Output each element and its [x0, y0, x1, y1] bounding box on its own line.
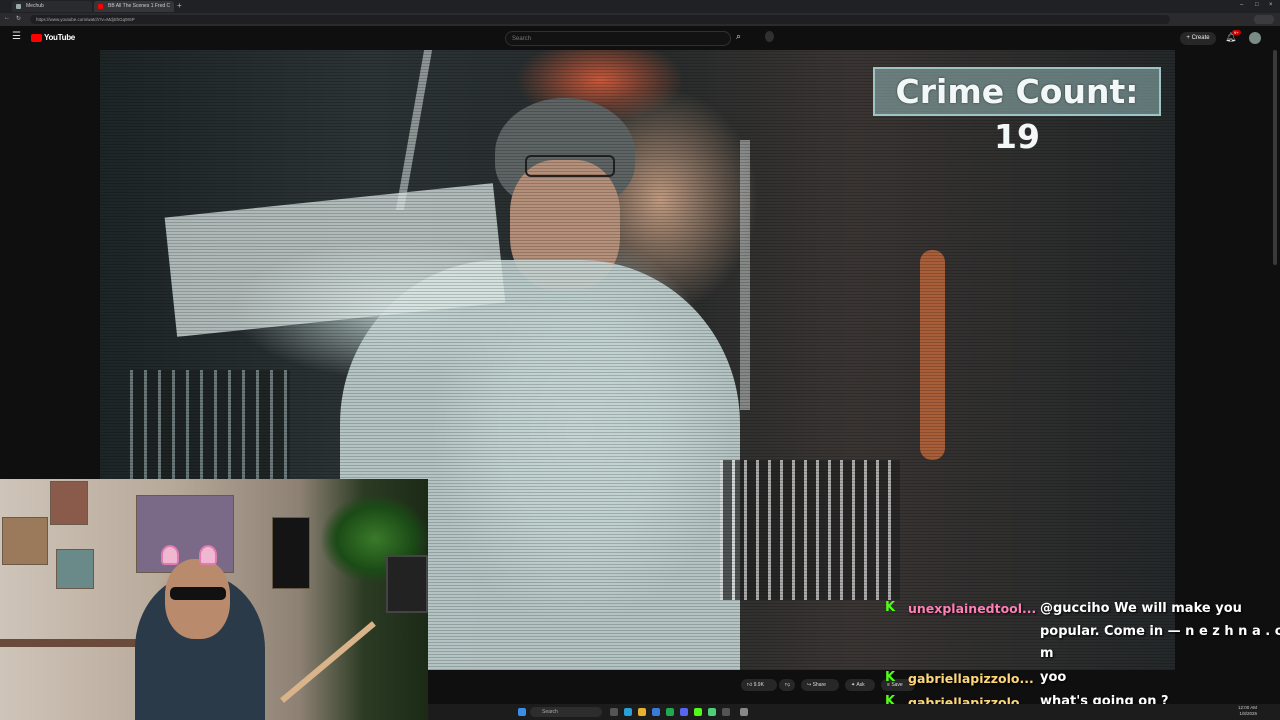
app-icon[interactable]	[666, 708, 674, 716]
app-icon[interactable]	[694, 708, 702, 716]
chat-message-line: @gucciho We will make you	[1040, 601, 1242, 616]
notification-count-badge: 9+	[1232, 30, 1241, 35]
url-field[interactable]: https://www.youtube.com/watch?v=MdjShGq9…	[30, 15, 1170, 24]
kick-platform-icon: K	[885, 600, 896, 615]
profile-button[interactable]	[1254, 15, 1274, 24]
youtube-favicon-icon	[98, 4, 103, 9]
streamer-webcam	[0, 479, 428, 720]
like-button[interactable]: 👍︎ 9.9K	[741, 679, 777, 691]
edge-icon[interactable]	[624, 708, 632, 716]
share-label: Share	[812, 682, 826, 688]
tab-label: Mechub	[26, 3, 44, 9]
search-input[interactable]: Search	[505, 31, 731, 46]
microphone-icon[interactable]	[765, 31, 774, 42]
crime-count-overlay: Crime Count: 19	[873, 67, 1161, 156]
create-button[interactable]: + Create	[1180, 32, 1216, 45]
new-tab-button[interactable]: +	[177, 1, 182, 10]
maximize-button[interactable]: □	[1255, 2, 1259, 8]
browser-tab-active[interactable]: BB All The Scenes 1 Fred C	[94, 1, 174, 12]
cat-ear-headphone-icon	[161, 545, 179, 565]
monitor	[386, 555, 428, 613]
create-label: Create	[1191, 35, 1210, 41]
browser-tab[interactable]: Mechub	[12, 1, 92, 12]
menu-icon[interactable]: ☰	[12, 31, 21, 42]
share-button[interactable]: ↪ Share	[801, 679, 839, 691]
dislike-button[interactable]: 👎︎	[779, 679, 795, 691]
cat-ear-headphone-icon	[199, 545, 217, 565]
browser-address-bar: ← ↻ https://www.youtube.com/watch?v=MdjS…	[0, 13, 1280, 26]
app-icon[interactable]	[708, 708, 716, 716]
chat-message-line: yoo	[1040, 670, 1067, 685]
thumbs-up-icon: 👍︎	[747, 682, 754, 688]
app-icon[interactable]	[652, 708, 660, 716]
like-count: 9.9K	[753, 682, 764, 688]
ask-label: Ask	[856, 682, 865, 688]
shelf	[0, 639, 140, 647]
youtube-logo-icon[interactable]	[31, 34, 42, 42]
taskbar-search[interactable]: Search	[530, 707, 602, 717]
chat-username: unexplainedtool...	[908, 601, 1037, 616]
clock-time: 12:00 AM	[1238, 705, 1258, 710]
tab-label: BB All The Scenes 1 Fred C	[108, 3, 171, 9]
reload-icon[interactable]: ↻	[16, 15, 21, 22]
close-window-button[interactable]: ×	[1269, 2, 1273, 8]
thumbs-down-icon: 👎︎	[785, 682, 791, 688]
windows-taskbar: Search 12:00 AM 1/8/2026	[428, 704, 1280, 720]
ask-button[interactable]: ✦ Ask	[845, 679, 875, 691]
wall-painting	[56, 549, 94, 589]
minimize-button[interactable]: –	[1240, 2, 1243, 8]
youtube-masthead: ☰ YouTube Search ⌕ + Create 🔔︎ 9+	[0, 26, 1280, 50]
wall-painting	[272, 517, 310, 589]
browser-tab-bar: Mechub BB All The Scenes 1 Fred C + – □ …	[0, 0, 1280, 13]
sunglasses	[170, 587, 226, 600]
clock-date: 1/8/2026	[1239, 711, 1258, 716]
youtube-logo-text[interactable]: YouTube	[44, 33, 75, 42]
tab-favicon-icon	[16, 4, 21, 9]
crime-count-text: Crime Count: 19	[895, 72, 1139, 156]
discord-icon[interactable]	[680, 708, 688, 716]
avatar[interactable]	[1249, 32, 1261, 44]
chat-message-line: m	[1040, 646, 1054, 661]
chat-username: gabriellapizzolo...	[908, 671, 1034, 686]
taskbar-clock[interactable]: 12:00 AM 1/8/2026	[1238, 705, 1257, 717]
back-arrow-icon[interactable]: ←	[4, 15, 10, 21]
app-icon[interactable]	[740, 708, 748, 716]
task-view-icon[interactable]	[610, 708, 618, 716]
file-explorer-icon[interactable]	[638, 708, 646, 716]
scrollbar[interactable]	[1273, 50, 1277, 265]
chat-message-line: popular. Come in — n e z h n a . c o	[1040, 624, 1280, 639]
mic-arm	[280, 621, 376, 703]
kick-platform-icon: K	[885, 670, 896, 685]
app-icon[interactable]	[722, 708, 730, 716]
search-icon[interactable]: ⌕	[736, 31, 741, 42]
wall-painting	[50, 481, 88, 525]
related-videos-pane	[1175, 50, 1280, 670]
windows-start-icon[interactable]	[518, 708, 526, 716]
wall-painting	[2, 517, 48, 565]
